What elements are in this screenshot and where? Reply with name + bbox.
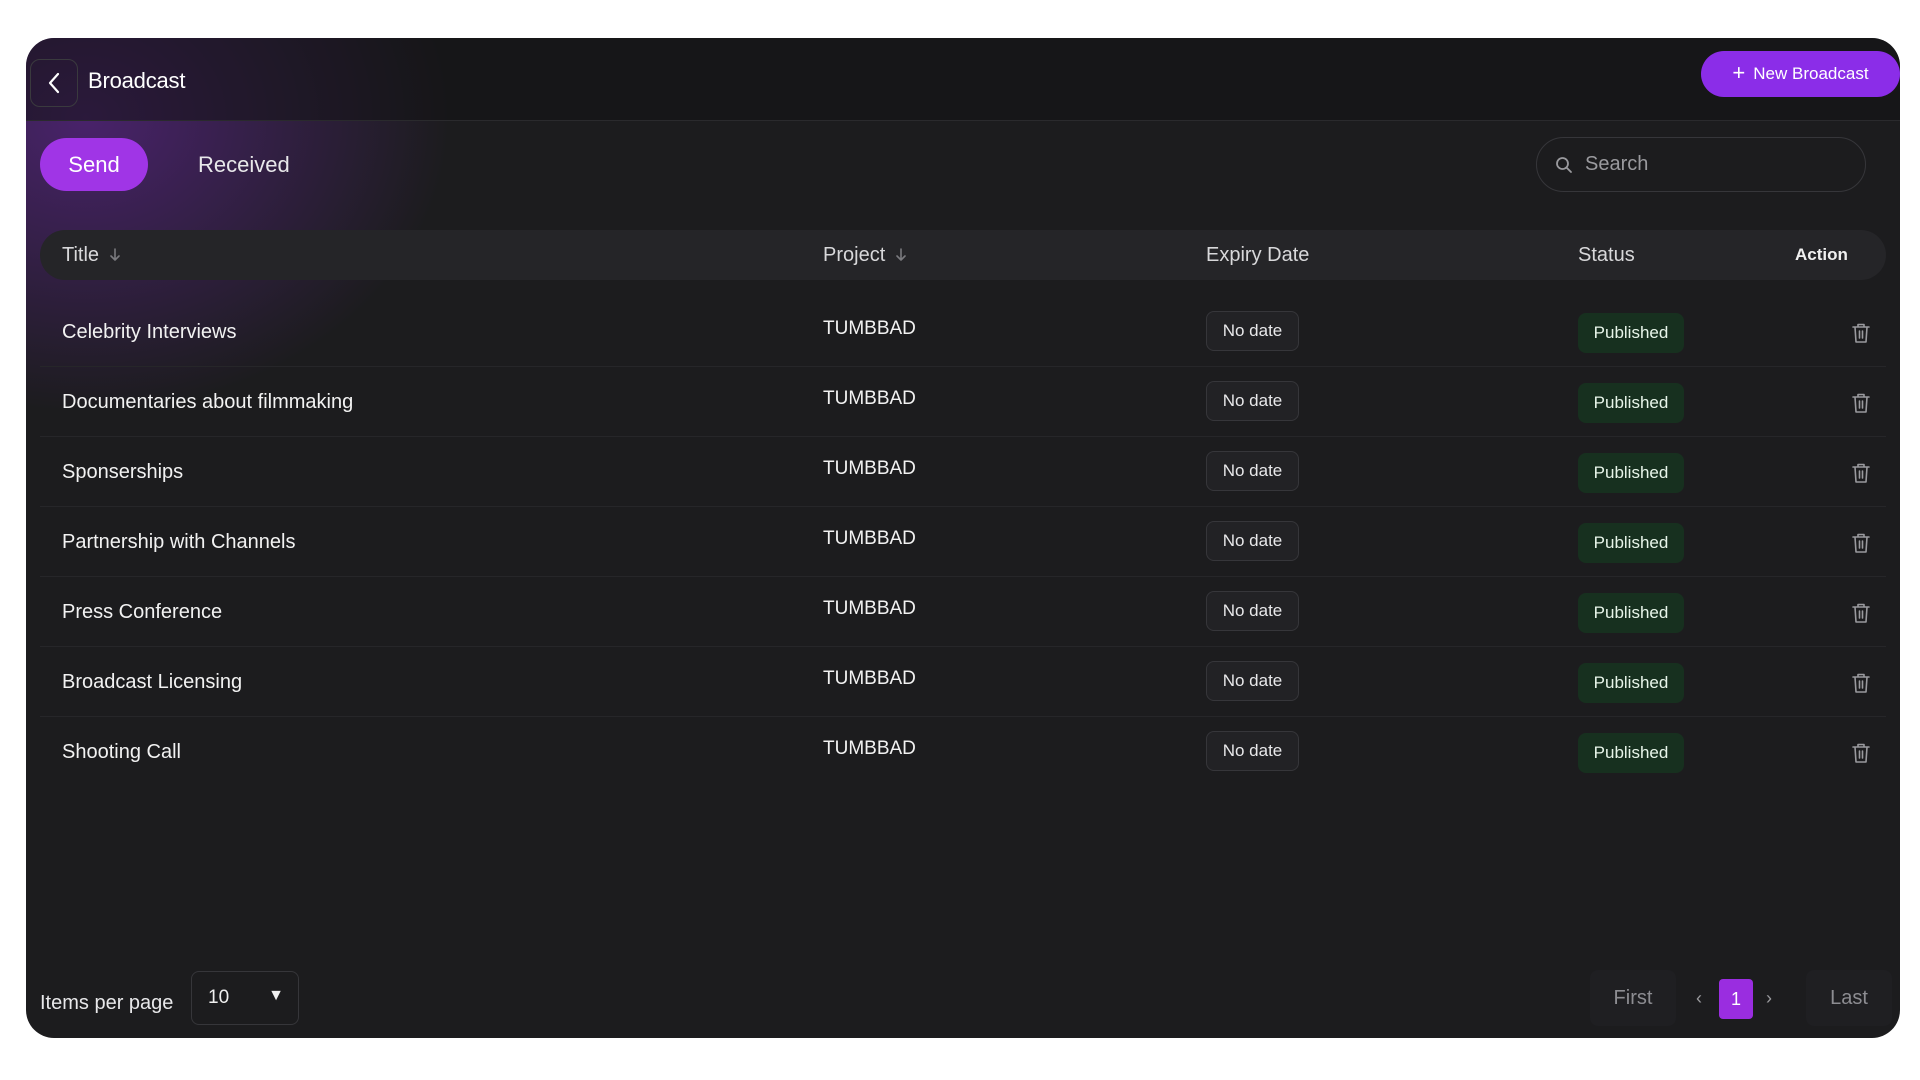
pager-page-1[interactable]: 1 [1719, 979, 1753, 1019]
table-header: Title Project Expiry Date Status Action [40, 230, 1886, 280]
pager-next-button[interactable]: › [1757, 982, 1781, 1014]
arrow-down-icon [110, 248, 120, 261]
trash-icon[interactable] [1851, 672, 1871, 694]
status-badge: Published [1578, 383, 1684, 423]
row-title: Sponserships [62, 461, 184, 483]
caret-down-icon: ▼ [268, 987, 284, 1004]
header-bar: Broadcast + New Broadcast [26, 38, 1900, 121]
row-project: TUMBBAD [823, 528, 916, 549]
table-row[interactable]: Celebrity Interviews TUMBBAD No date Pub… [40, 297, 1886, 367]
page-title: Broadcast [88, 68, 186, 93]
broadcast-window: Broadcast + New Broadcast Send Received … [26, 38, 1900, 1038]
row-project: TUMBBAD [823, 738, 916, 759]
row-title: Documentaries about filmmaking [62, 391, 354, 413]
expiry-badge: No date [1206, 731, 1299, 771]
expiry-badge: No date [1206, 591, 1299, 631]
status-badge: Published [1578, 313, 1684, 353]
items-per-page-value: 10 [208, 987, 230, 1008]
trash-icon[interactable] [1851, 392, 1871, 414]
table-row[interactable]: Press Conference TUMBBAD No date Publish… [40, 577, 1886, 647]
chevron-left-icon [48, 72, 60, 94]
trash-icon[interactable] [1851, 742, 1871, 764]
expiry-badge: No date [1206, 381, 1299, 421]
row-project: TUMBBAD [823, 668, 916, 689]
expiry-badge: No date [1206, 451, 1299, 491]
status-badge: Published [1578, 453, 1684, 493]
row-title: Celebrity Interviews [62, 321, 237, 343]
expiry-badge: No date [1206, 521, 1299, 561]
table-row[interactable]: Sponserships TUMBBAD No date Published [40, 437, 1886, 507]
column-expiry-label: Expiry Date [1206, 243, 1310, 266]
column-header-project[interactable]: Project [823, 230, 907, 280]
tab-received[interactable]: Received [186, 138, 302, 191]
row-title: Press Conference [62, 601, 223, 623]
status-badge: Published [1578, 663, 1684, 703]
expiry-badge: No date [1206, 661, 1299, 701]
status-badge: Published [1578, 593, 1684, 633]
pager-first-button[interactable]: First [1590, 970, 1676, 1026]
items-per-page-select[interactable]: 10 ▼ [191, 971, 299, 1025]
status-badge: Published [1578, 733, 1684, 773]
plus-icon: + [1732, 60, 1746, 85]
column-project-label: Project [823, 243, 886, 266]
items-per-page-label: Items per page [40, 992, 174, 1014]
row-title: Partnership with Channels [62, 531, 296, 553]
table-row[interactable]: Partnership with Channels TUMBBAD No dat… [40, 507, 1886, 577]
trash-icon[interactable] [1851, 532, 1871, 554]
trash-icon[interactable] [1851, 602, 1871, 624]
table-row[interactable]: Broadcast Licensing TUMBBAD No date Publ… [40, 647, 1886, 717]
search-input[interactable] [1585, 153, 1845, 176]
tab-send[interactable]: Send [40, 138, 148, 191]
search-icon [1556, 156, 1572, 173]
trash-icon[interactable] [1851, 462, 1871, 484]
new-broadcast-label: New Broadcast [1753, 64, 1869, 83]
column-action-label: Action [1795, 245, 1848, 264]
pager-prev-button[interactable]: ‹ [1687, 982, 1711, 1014]
new-broadcast-button[interactable]: + New Broadcast [1701, 51, 1900, 97]
column-status-label: Status [1578, 243, 1635, 266]
column-header-title[interactable]: Title [62, 230, 121, 280]
pager-last-button[interactable]: Last [1806, 970, 1892, 1026]
row-project: TUMBBAD [823, 388, 916, 409]
column-header-expiry: Expiry Date [1206, 230, 1309, 280]
trash-icon[interactable] [1851, 322, 1871, 344]
table-row[interactable]: Shooting Call TUMBBAD No date Published [40, 717, 1886, 787]
status-badge: Published [1578, 523, 1684, 563]
row-project: TUMBBAD [823, 458, 916, 479]
column-header-status: Status [1578, 230, 1635, 280]
back-button[interactable] [30, 59, 78, 107]
arrow-down-icon [896, 248, 907, 261]
row-title: Shooting Call [62, 741, 181, 763]
row-project: TUMBBAD [823, 318, 916, 339]
row-title: Broadcast Licensing [62, 671, 243, 693]
column-header-action: Action [1795, 230, 1848, 280]
search-box[interactable] [1536, 137, 1866, 192]
expiry-badge: No date [1206, 311, 1299, 351]
column-title-label: Title [62, 243, 100, 266]
row-project: TUMBBAD [823, 598, 916, 619]
table-row[interactable]: Documentaries about filmmaking TUMBBAD N… [40, 367, 1886, 437]
